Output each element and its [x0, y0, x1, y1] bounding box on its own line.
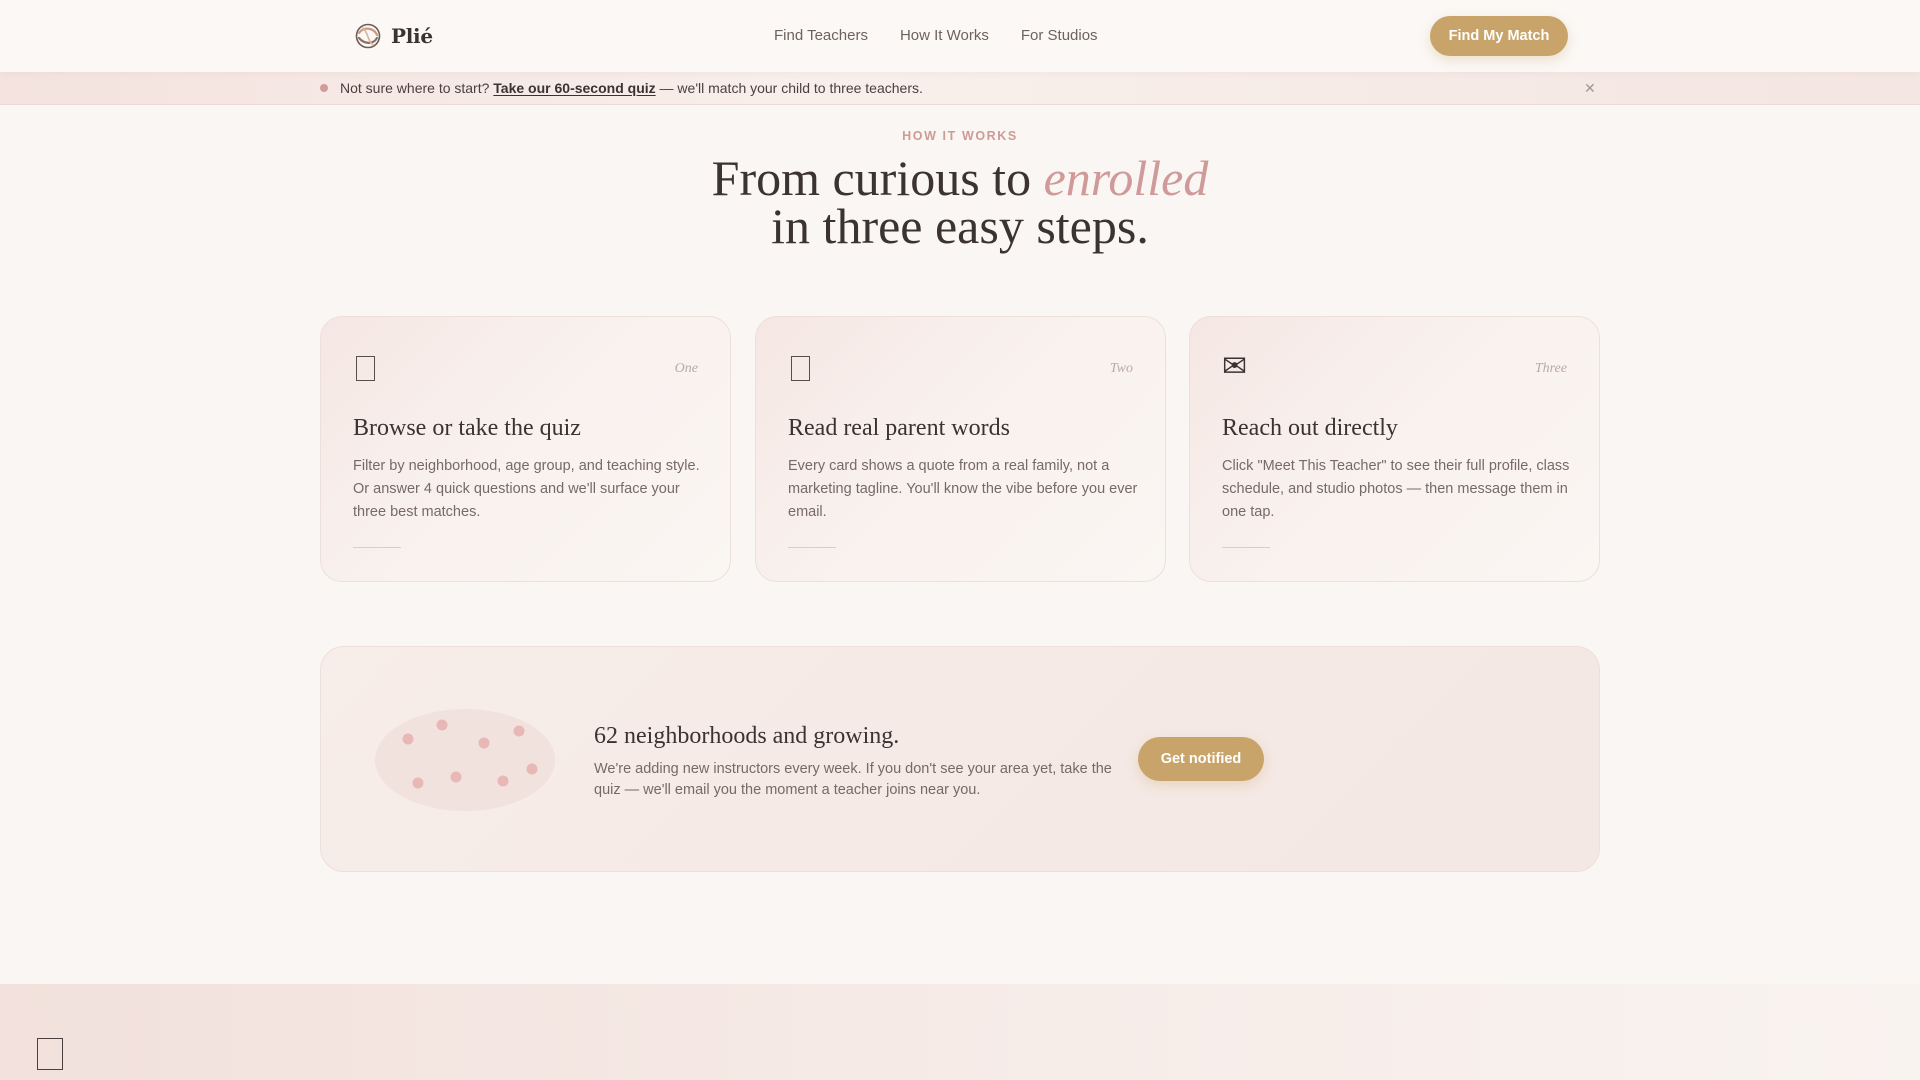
section-eyebrow: HOW IT WORKS [902, 129, 1018, 143]
headline-end: in three easy steps. [771, 198, 1149, 254]
step-number: Two [1109, 361, 1133, 376]
step-number: Three [1534, 361, 1567, 376]
quote-card-icon [791, 356, 810, 381]
footer-card-icon [37, 1038, 63, 1070]
find-my-match-button[interactable]: Find My Match [1430, 16, 1568, 56]
step-card-three: ✉ Three Reach out directly Click "Meet T… [1189, 316, 1600, 582]
envelope-icon: ✉ [1222, 350, 1248, 383]
brand-name: Plié [391, 24, 433, 48]
announcement-bar: Not sure where to start? Take our 60-sec… [0, 72, 1920, 105]
search-card-icon [356, 356, 375, 381]
step-number: One [674, 361, 698, 376]
close-icon[interactable]: ✕ [1584, 80, 1596, 97]
step-title: Read real parent words [788, 415, 1010, 441]
neighborhood-map-icon [375, 709, 555, 811]
card-divider [353, 547, 401, 548]
announcement-dot-icon [320, 84, 328, 92]
step-title: Browse or take the quiz [353, 415, 581, 441]
step-body: Filter by neighborhood, age group, and t… [353, 458, 700, 520]
brand-logo[interactable]: Plié [354, 21, 433, 51]
neighborhoods-panel: 62 neighborhoods and growing. We're addi… [320, 646, 1600, 872]
dance-ribbon-logo-icon [355, 23, 381, 49]
nav-how-it-works[interactable]: How It Works [900, 27, 989, 44]
announcement-text: Not sure where to start? Take our 60-sec… [340, 80, 923, 96]
site-header: Plié Find Teachers How It Works For Stud… [0, 0, 1920, 72]
neighborhoods-title: 62 neighborhoods and growing. [594, 723, 900, 749]
main-nav: Find Teachers How It Works For Studios [774, 27, 1098, 44]
nav-find-teachers[interactable]: Find Teachers [774, 27, 868, 44]
card-divider [788, 547, 836, 548]
quiz-link[interactable]: Take our 60-second quiz [493, 80, 655, 96]
card-divider [1222, 547, 1270, 548]
step-body: Every card shows a quote from a real fam… [788, 458, 1138, 520]
announcement-lead: Not sure where to start? [340, 80, 494, 96]
section-headline: From curious to enrolled in three easy s… [0, 153, 1920, 251]
announcement-tail: — we'll match your child to three teache… [655, 80, 923, 96]
footer-band [0, 984, 1920, 1080]
step-card-two: Two Read real parent words Every card sh… [755, 316, 1166, 582]
nav-for-studios[interactable]: For Studios [1021, 27, 1098, 44]
step-title: Reach out directly [1222, 415, 1398, 441]
neighborhoods-body: We're adding new instructors every week.… [594, 761, 1112, 798]
step-body: Click "Meet This Teacher" to see their f… [1222, 458, 1570, 520]
get-notified-button[interactable]: Get notified [1138, 737, 1264, 781]
step-card-one: One Browse or take the quiz Filter by ne… [320, 316, 731, 582]
